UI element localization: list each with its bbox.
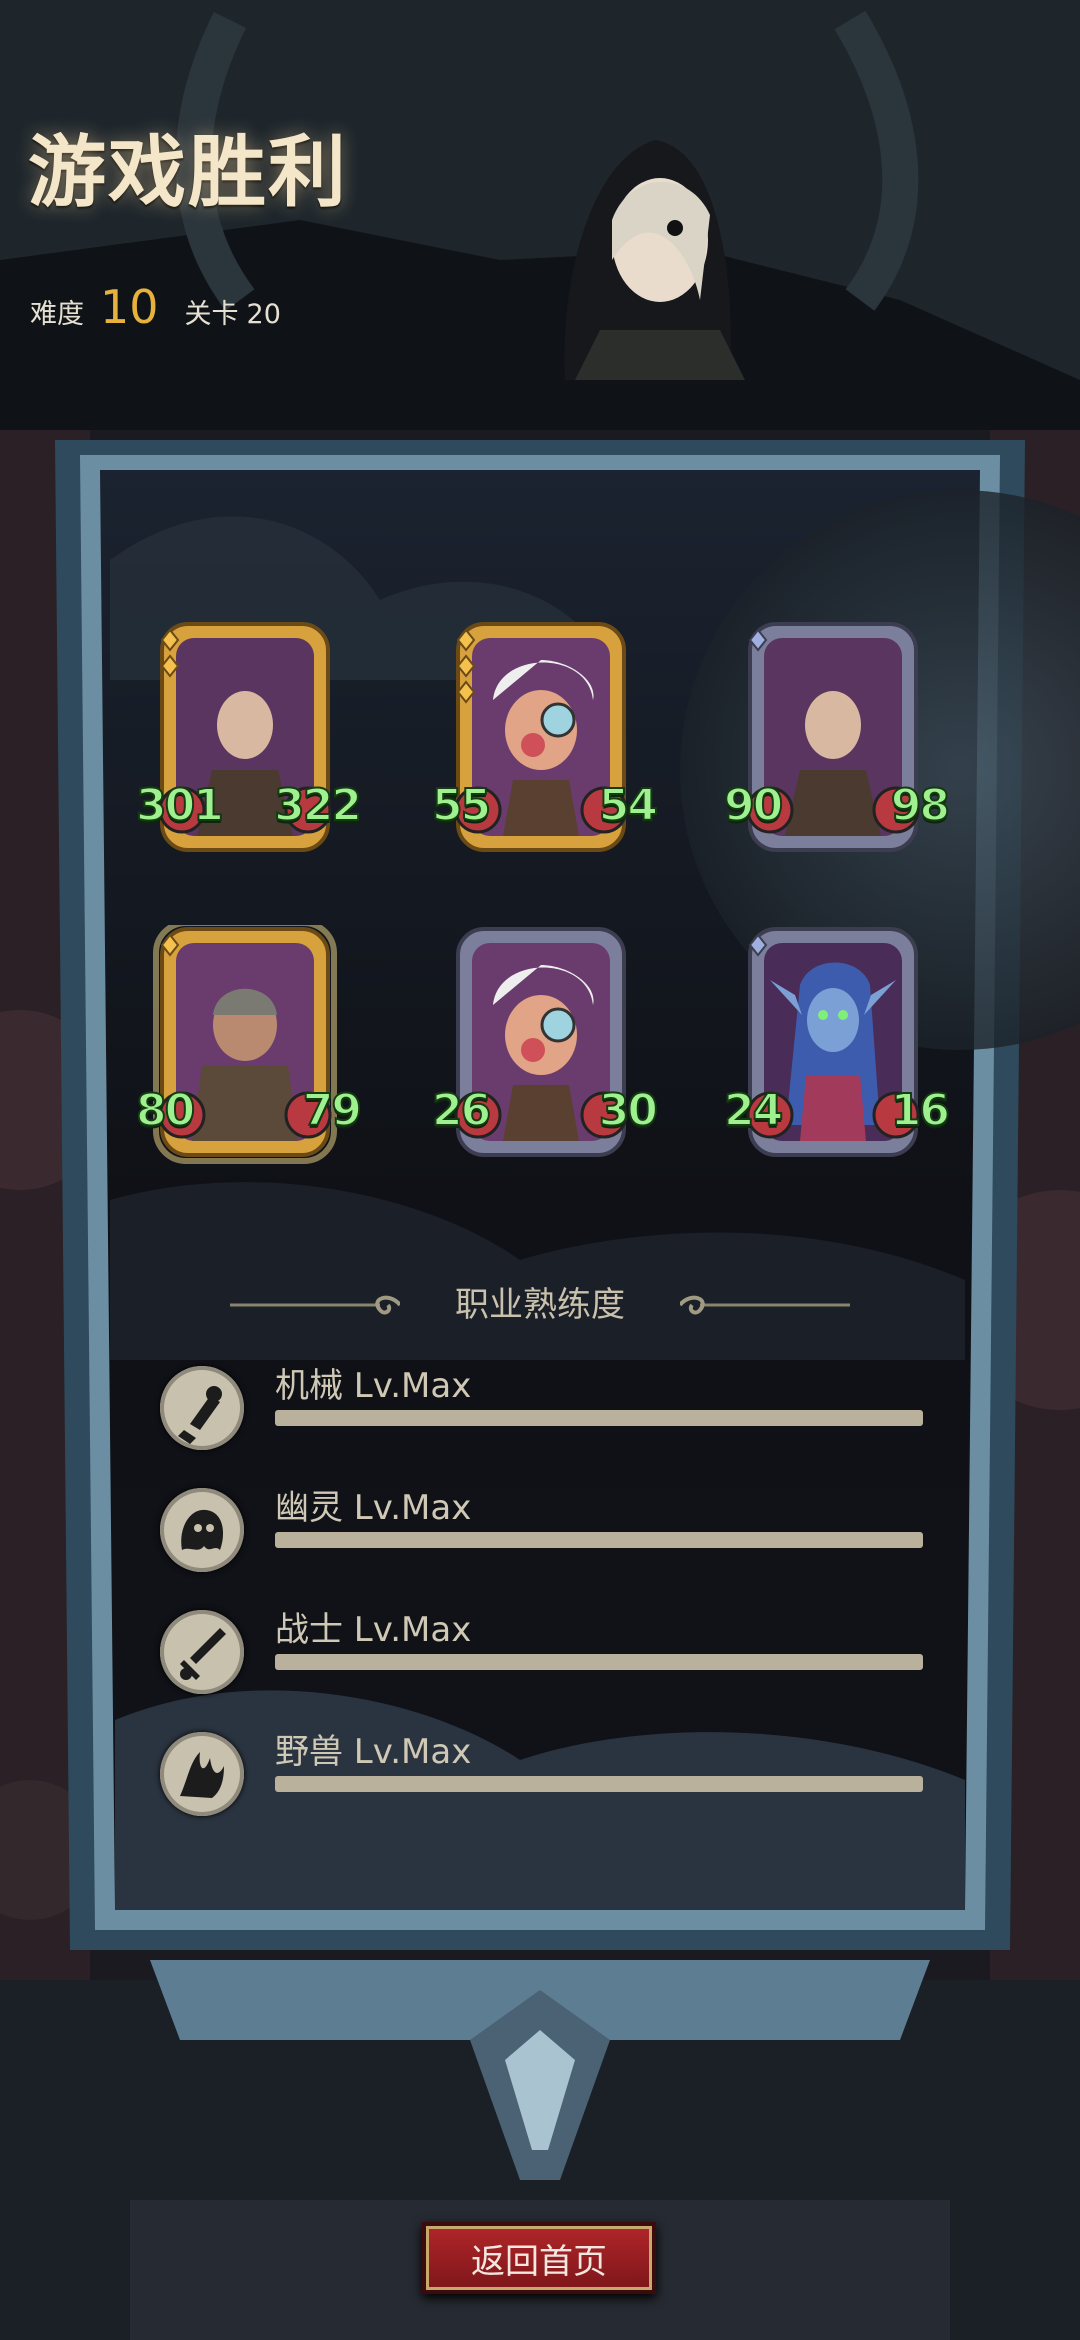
gear-hand-icon [160, 1366, 244, 1450]
background-scene [0, 0, 1080, 2340]
mastery-title: 职业熟练度 [455, 1285, 625, 1325]
mastery-label: 机械 Lv.Max [275, 1366, 472, 1406]
stage-label: 关卡 [184, 299, 239, 330]
mastery-label: 野兽 Lv.Max [275, 1732, 472, 1772]
health-value: 322 [273, 779, 363, 832]
ghost-icon [160, 1488, 244, 1572]
hero-card[interactable]: 301 322 [135, 620, 363, 860]
sword-icon [160, 1610, 244, 1694]
mastery-progress-bar [275, 1776, 923, 1792]
hero-card[interactable]: 90 98 [723, 620, 951, 860]
mastery-progress-fill [275, 1532, 923, 1548]
attack-value: 24 [723, 1084, 784, 1137]
mastery-progress-fill [275, 1654, 923, 1670]
mastery-progress-bar [275, 1532, 923, 1548]
attack-value: 55 [431, 779, 492, 832]
mastery-row: 机械 Lv.Max [160, 1366, 930, 1456]
difficulty-value: 10 [100, 280, 159, 334]
health-value: 79 [302, 1084, 363, 1137]
mastery-progress-bar [275, 1654, 923, 1670]
health-value: 30 [598, 1084, 659, 1137]
stage-value: 20 [246, 299, 281, 330]
stage-info: 难度 10 关卡 20 [30, 280, 281, 334]
hero-card[interactable]: 55 54 [431, 620, 659, 860]
mastery-label: 幽灵 Lv.Max [275, 1488, 472, 1528]
hero-card[interactable]: 80 79 [135, 925, 363, 1165]
mastery-row: 野兽 Lv.Max [160, 1732, 930, 1822]
mastery-row: 幽灵 Lv.Max [160, 1488, 930, 1578]
mastery-progress-bar [275, 1410, 923, 1426]
mastery-progress-fill [275, 1410, 923, 1426]
health-value: 54 [598, 779, 659, 832]
return-home-button[interactable]: 返回首页 [422, 2222, 656, 2294]
mastery-label: 战士 Lv.Max [275, 1610, 472, 1650]
beast-claw-icon [160, 1732, 244, 1816]
health-value: 16 [890, 1084, 951, 1137]
attack-value: 80 [135, 1084, 196, 1137]
hero-card[interactable]: 26 30 [431, 925, 659, 1165]
hero-card[interactable]: 24 16 [723, 925, 951, 1165]
difficulty-label: 难度 [30, 299, 84, 330]
attack-value: 301 [135, 779, 225, 832]
mastery-progress-fill [275, 1776, 923, 1792]
mastery-row: 战士 Lv.Max [160, 1610, 930, 1700]
game-victory-title: 游戏胜利 [28, 128, 349, 218]
attack-value: 90 [723, 779, 784, 832]
health-value: 98 [890, 779, 951, 832]
attack-value: 26 [431, 1084, 492, 1137]
